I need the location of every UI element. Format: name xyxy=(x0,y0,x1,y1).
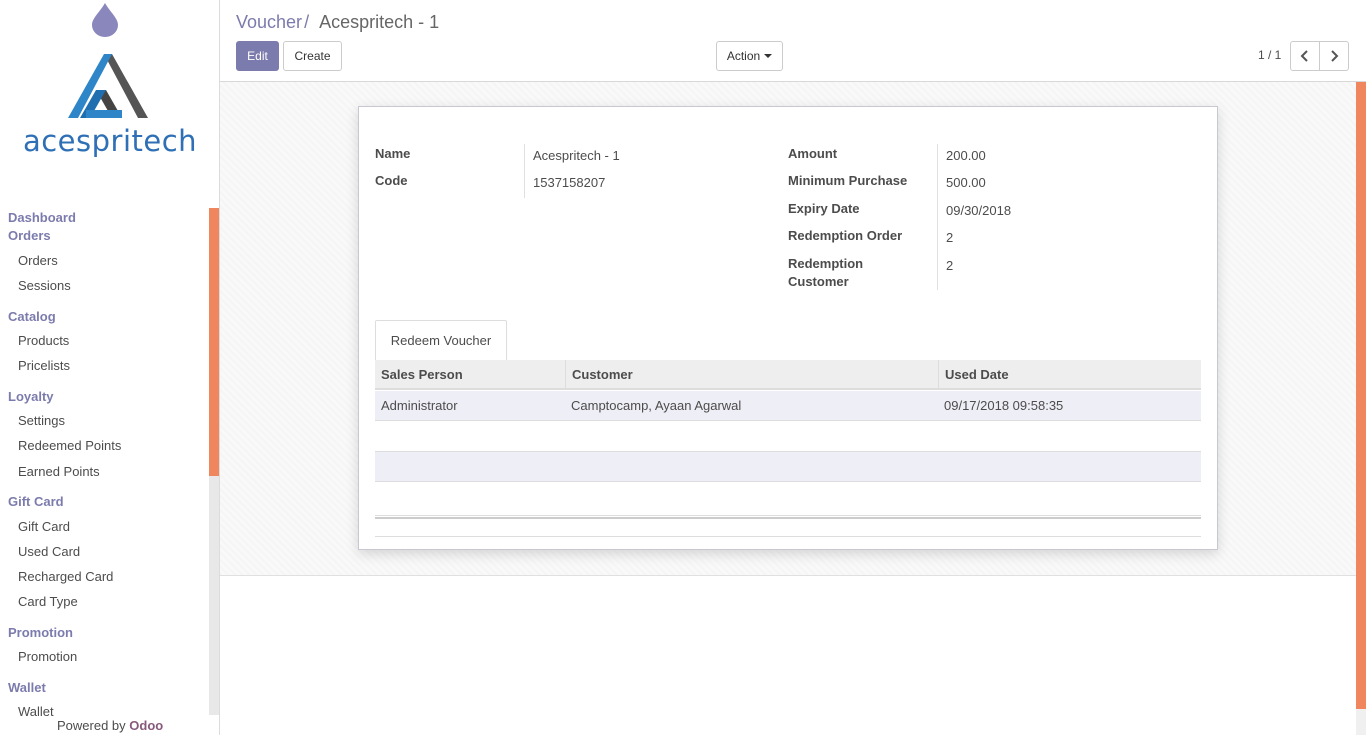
pager-previous-button[interactable] xyxy=(1290,41,1320,71)
table-empty-row xyxy=(375,422,1201,452)
field-value-redemption-customer: 2 xyxy=(946,258,954,273)
field-label-expiry-date: Expiry Date xyxy=(788,201,860,216)
field-value-code: 1537158207 xyxy=(533,175,606,190)
sidebar-section-loyalty[interactable]: Loyalty xyxy=(0,388,54,406)
sidebar-scrollbar-thumb[interactable] xyxy=(209,208,219,476)
column-header-used-date[interactable]: Used Date xyxy=(938,360,1201,390)
sidebar: acespritech Dashboard Orders Orders Session… xyxy=(0,0,220,735)
sidebar-section-orders[interactable]: Orders xyxy=(0,227,51,245)
field-label-minimum-purchase: Minimum Purchase xyxy=(788,173,908,188)
sidebar-item-wallet[interactable]: Wallet xyxy=(0,703,54,721)
column-header-customer[interactable]: Customer xyxy=(565,360,938,390)
table-footer xyxy=(375,536,1201,537)
left-group-separator xyxy=(524,144,525,198)
field-value-name: Acespritech - 1 xyxy=(533,148,620,163)
table-empty-row xyxy=(375,482,1201,516)
odoo-link[interactable]: Odoo xyxy=(129,718,163,733)
action-label: Action xyxy=(726,49,761,63)
field-label-redemption-order: Redemption Order xyxy=(788,228,903,243)
pager-value[interactable]: 1 / 1 xyxy=(1258,48,1281,62)
tab-redeem-voucher[interactable]: Redeem Voucher xyxy=(375,320,507,361)
breadcrumb-voucher-link[interactable]: Voucher xyxy=(236,12,302,32)
sidebar-item-gift-card[interactable]: Gift Card xyxy=(0,518,70,536)
brand-logo-text: acespritech xyxy=(22,124,198,158)
chevron-right-icon xyxy=(1331,50,1339,62)
sidebar-item-redeemed-points[interactable]: Redeemed Points xyxy=(0,437,121,455)
action-dropdown[interactable]: Action xyxy=(716,41,783,71)
cell-customer: Camptocamp, Ayaan Agarwal xyxy=(571,398,742,413)
breadcrumb-separator: / xyxy=(304,12,310,32)
breadcrumb-current: Acespritech - 1 xyxy=(319,12,440,32)
sidebar-item-earned-points[interactable]: Earned Points xyxy=(0,463,100,481)
sidebar-section-catalog[interactable]: Catalog xyxy=(0,308,56,326)
breadcrumb: Voucher / Acespritech - 1 xyxy=(236,12,439,33)
field-label-redemption-customer: Redemption Customer xyxy=(788,256,864,289)
acespritech-logo xyxy=(68,54,148,118)
sidebar-item-orders[interactable]: Orders xyxy=(0,252,58,270)
sidebar-item-recharged-card[interactable]: Recharged Card xyxy=(0,568,113,586)
pager-next-button[interactable] xyxy=(1319,41,1349,71)
field-value-redemption-order: 2 xyxy=(946,230,954,245)
cell-sales-person: Administrator xyxy=(381,398,458,413)
logo-drop-icon xyxy=(92,3,118,37)
sidebar-item-products[interactable]: Products xyxy=(0,332,69,350)
sidebar-item-promotion[interactable]: Promotion xyxy=(0,648,77,666)
main-scrollbar-thumb[interactable] xyxy=(1356,82,1366,709)
sidebar-section-promotion[interactable]: Promotion xyxy=(0,624,73,642)
sidebar-section-wallet[interactable]: Wallet xyxy=(0,679,46,697)
field-label-name: Name xyxy=(375,146,411,161)
sidebar-item-used-card[interactable]: Used Card xyxy=(0,543,80,561)
field-value-minimum-purchase: 500.00 xyxy=(946,175,986,190)
field-label-amount: Amount xyxy=(788,146,838,161)
caret-down-icon xyxy=(764,54,773,58)
cell-used-date: 09/17/2018 09:58:35 xyxy=(944,398,1064,413)
sidebar-item-card-type[interactable]: Card Type xyxy=(0,593,78,611)
table-row[interactable]: Administrator Camptocamp, Ayaan Agarwal … xyxy=(375,391,1201,421)
right-group-separator xyxy=(937,144,938,290)
column-header-sales-person[interactable]: Sales Person xyxy=(375,360,565,390)
sidebar-item-sessions[interactable]: Sessions xyxy=(0,277,71,295)
table-header: Sales Person Customer Used Date xyxy=(375,360,1201,390)
form-sheet: Name Acespritech - 1 Code 1537158207 Amo… xyxy=(358,106,1218,550)
create-button[interactable]: Create xyxy=(283,41,342,71)
edit-button[interactable]: Edit xyxy=(236,41,279,71)
powered-by-label: Powered by xyxy=(57,718,126,733)
sidebar-section-dashboard[interactable]: Dashboard xyxy=(0,209,76,227)
control-panel: Voucher / Acespritech - 1 Edit Create Act… xyxy=(220,0,1366,82)
table-footer-border xyxy=(375,517,1201,519)
sidebar-item-settings[interactable]: Settings xyxy=(0,412,65,430)
powered-by: Powered by Odoo xyxy=(57,718,163,733)
sidebar-section-gift-card[interactable]: Gift Card xyxy=(0,493,64,511)
field-value-expiry-date: 09/30/2018 xyxy=(946,203,1012,218)
field-value-amount: 200.00 xyxy=(946,148,986,163)
chevron-left-icon xyxy=(1300,50,1308,62)
field-label-code: Code xyxy=(375,173,408,188)
sidebar-item-pricelists[interactable]: Pricelists xyxy=(0,357,70,375)
table-empty-row xyxy=(375,452,1201,482)
